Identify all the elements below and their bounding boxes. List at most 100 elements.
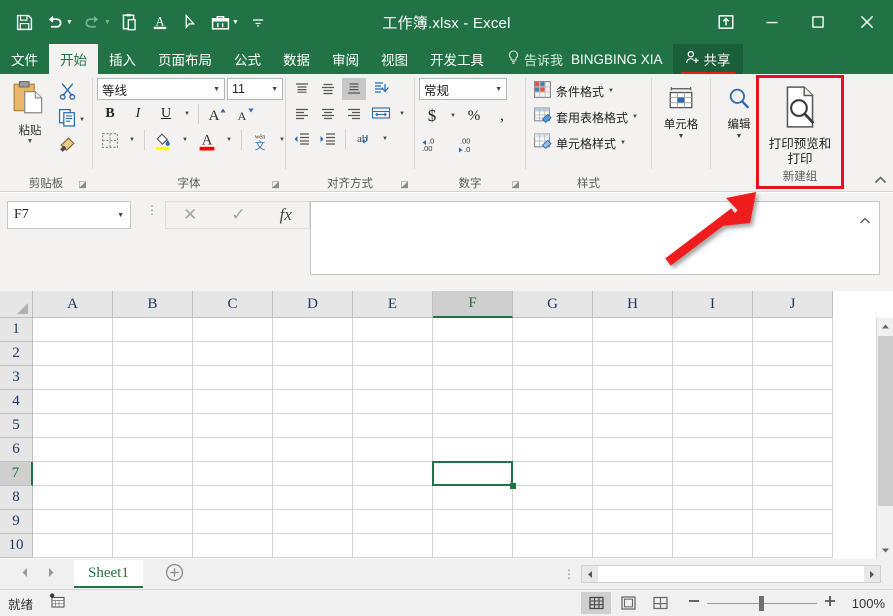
cell-E1[interactable] bbox=[353, 318, 433, 342]
cell-I6[interactable] bbox=[673, 438, 753, 462]
cell-J5[interactable] bbox=[753, 414, 833, 438]
toolbox-icon[interactable] bbox=[206, 7, 234, 37]
cell-C3[interactable] bbox=[193, 366, 273, 390]
horizontal-scroll-thumb[interactable] bbox=[598, 566, 864, 582]
scroll-right-icon[interactable] bbox=[864, 566, 880, 582]
scroll-up-icon[interactable] bbox=[877, 318, 893, 335]
shrink-font-button[interactable]: A bbox=[232, 102, 258, 126]
fill-color-dropdown-icon[interactable]: ▼ bbox=[178, 128, 192, 152]
percent-format-button[interactable]: % bbox=[461, 104, 487, 128]
cell-B6[interactable] bbox=[113, 438, 193, 462]
align-center-button[interactable] bbox=[316, 103, 340, 125]
cell-I4[interactable] bbox=[673, 390, 753, 414]
font-name-dropdown-icon[interactable]: ▼ bbox=[213, 86, 220, 93]
redo-dropdown-icon[interactable]: ▼ bbox=[104, 19, 114, 26]
cells-button[interactable]: 单元格 ▼ bbox=[656, 82, 706, 141]
cell-H3[interactable] bbox=[593, 366, 673, 390]
decrease-decimal-button[interactable]: .00.0 bbox=[455, 132, 489, 156]
sheet-prev-icon[interactable] bbox=[20, 567, 30, 581]
align-left-button[interactable] bbox=[290, 103, 314, 125]
tell-me-box[interactable]: 告诉我 bbox=[507, 44, 563, 74]
wrap-text-dropdown-icon[interactable]: ▼ bbox=[379, 128, 391, 150]
row-header-9[interactable]: 9 bbox=[0, 510, 33, 534]
cell-D8[interactable] bbox=[273, 486, 353, 510]
comma-format-button[interactable]: , bbox=[489, 104, 515, 128]
cell-A5[interactable] bbox=[33, 414, 113, 438]
row-header-4[interactable]: 4 bbox=[0, 390, 33, 414]
row-header-7[interactable]: 7 bbox=[0, 462, 33, 486]
cell-B9[interactable] bbox=[113, 510, 193, 534]
sheet-bar-grip[interactable]: ⋮ bbox=[563, 568, 575, 580]
row-header-8[interactable]: 8 bbox=[0, 486, 33, 510]
cell-D1[interactable] bbox=[273, 318, 353, 342]
cell-A9[interactable] bbox=[33, 510, 113, 534]
cell-F2[interactable] bbox=[433, 342, 513, 366]
cell-F10[interactable] bbox=[433, 534, 513, 558]
font-color-icon[interactable]: A bbox=[146, 7, 174, 37]
column-header-E[interactable]: E bbox=[353, 291, 433, 318]
increase-decimal-button[interactable]: .0.00 bbox=[419, 132, 453, 156]
phonetic-guide-button[interactable]: wén 文 bbox=[247, 128, 273, 152]
cell-E10[interactable] bbox=[353, 534, 433, 558]
cell-F1[interactable] bbox=[433, 318, 513, 342]
cancel-icon[interactable]: ✕ bbox=[183, 205, 197, 225]
cell-B3[interactable] bbox=[113, 366, 193, 390]
cell-E9[interactable] bbox=[353, 510, 433, 534]
column-header-G[interactable]: G bbox=[513, 291, 593, 318]
font-color-dropdown-icon[interactable]: ▼ bbox=[222, 128, 236, 152]
row-header-6[interactable]: 6 bbox=[0, 438, 33, 462]
cell-J4[interactable] bbox=[753, 390, 833, 414]
cell-J8[interactable] bbox=[753, 486, 833, 510]
cell-G2[interactable] bbox=[513, 342, 593, 366]
increase-indent-button[interactable] bbox=[316, 128, 340, 150]
cell-area[interactable] bbox=[33, 318, 833, 558]
zoom-slider-thumb[interactable] bbox=[759, 595, 764, 611]
format-as-table-dropdown-icon[interactable]: ▼ bbox=[632, 114, 638, 120]
paste-icon[interactable] bbox=[116, 7, 144, 37]
cell-D4[interactable] bbox=[273, 390, 353, 414]
scroll-left-icon[interactable] bbox=[582, 566, 598, 582]
row-header-1[interactable]: 1 bbox=[0, 318, 33, 342]
cell-F8[interactable] bbox=[433, 486, 513, 510]
cell-E7[interactable] bbox=[353, 462, 433, 486]
select-all-button[interactable] bbox=[0, 291, 33, 318]
column-header-J[interactable]: J bbox=[753, 291, 833, 318]
row-header-5[interactable]: 5 bbox=[0, 414, 33, 438]
cell-B4[interactable] bbox=[113, 390, 193, 414]
merge-dropdown-icon[interactable]: ▼ bbox=[396, 103, 408, 125]
cell-E8[interactable] bbox=[353, 486, 433, 510]
tab-review[interactable]: 审阅 bbox=[321, 44, 370, 74]
accounting-dropdown-icon[interactable]: ▼ bbox=[447, 104, 459, 128]
cell-A7[interactable] bbox=[33, 462, 113, 486]
cell-A3[interactable] bbox=[33, 366, 113, 390]
cell-G7[interactable] bbox=[513, 462, 593, 486]
cell-C6[interactable] bbox=[193, 438, 273, 462]
cell-C5[interactable] bbox=[193, 414, 273, 438]
cell-D5[interactable] bbox=[273, 414, 353, 438]
scroll-down-icon[interactable] bbox=[877, 542, 893, 559]
cell-F7[interactable] bbox=[433, 462, 513, 486]
ribbon-display-options-icon[interactable] bbox=[703, 0, 749, 44]
conditional-formatting-button[interactable]: 条件格式 ▼ bbox=[530, 79, 617, 103]
cell-D9[interactable] bbox=[273, 510, 353, 534]
cell-F9[interactable] bbox=[433, 510, 513, 534]
enter-icon[interactable]: ✓ bbox=[231, 205, 245, 225]
orientation-button[interactable] bbox=[368, 78, 396, 100]
cell-E3[interactable] bbox=[353, 366, 433, 390]
cell-C2[interactable] bbox=[193, 342, 273, 366]
cell-H4[interactable] bbox=[593, 390, 673, 414]
cell-A6[interactable] bbox=[33, 438, 113, 462]
cell-D3[interactable] bbox=[273, 366, 353, 390]
zoom-out-icon[interactable] bbox=[687, 594, 701, 612]
column-header-C[interactable]: C bbox=[193, 291, 273, 318]
name-box[interactable]: F7 ▼ bbox=[7, 201, 131, 229]
align-right-button[interactable] bbox=[342, 103, 366, 125]
align-bottom-button[interactable] bbox=[342, 78, 366, 100]
decrease-indent-button[interactable] bbox=[290, 128, 314, 150]
align-middle-button[interactable] bbox=[316, 78, 340, 100]
cell-D2[interactable] bbox=[273, 342, 353, 366]
cells-dropdown-icon[interactable]: ▼ bbox=[678, 132, 685, 141]
cell-A10[interactable] bbox=[33, 534, 113, 558]
font-size-combo[interactable]: 11 ▼ bbox=[227, 78, 283, 100]
cell-A2[interactable] bbox=[33, 342, 113, 366]
